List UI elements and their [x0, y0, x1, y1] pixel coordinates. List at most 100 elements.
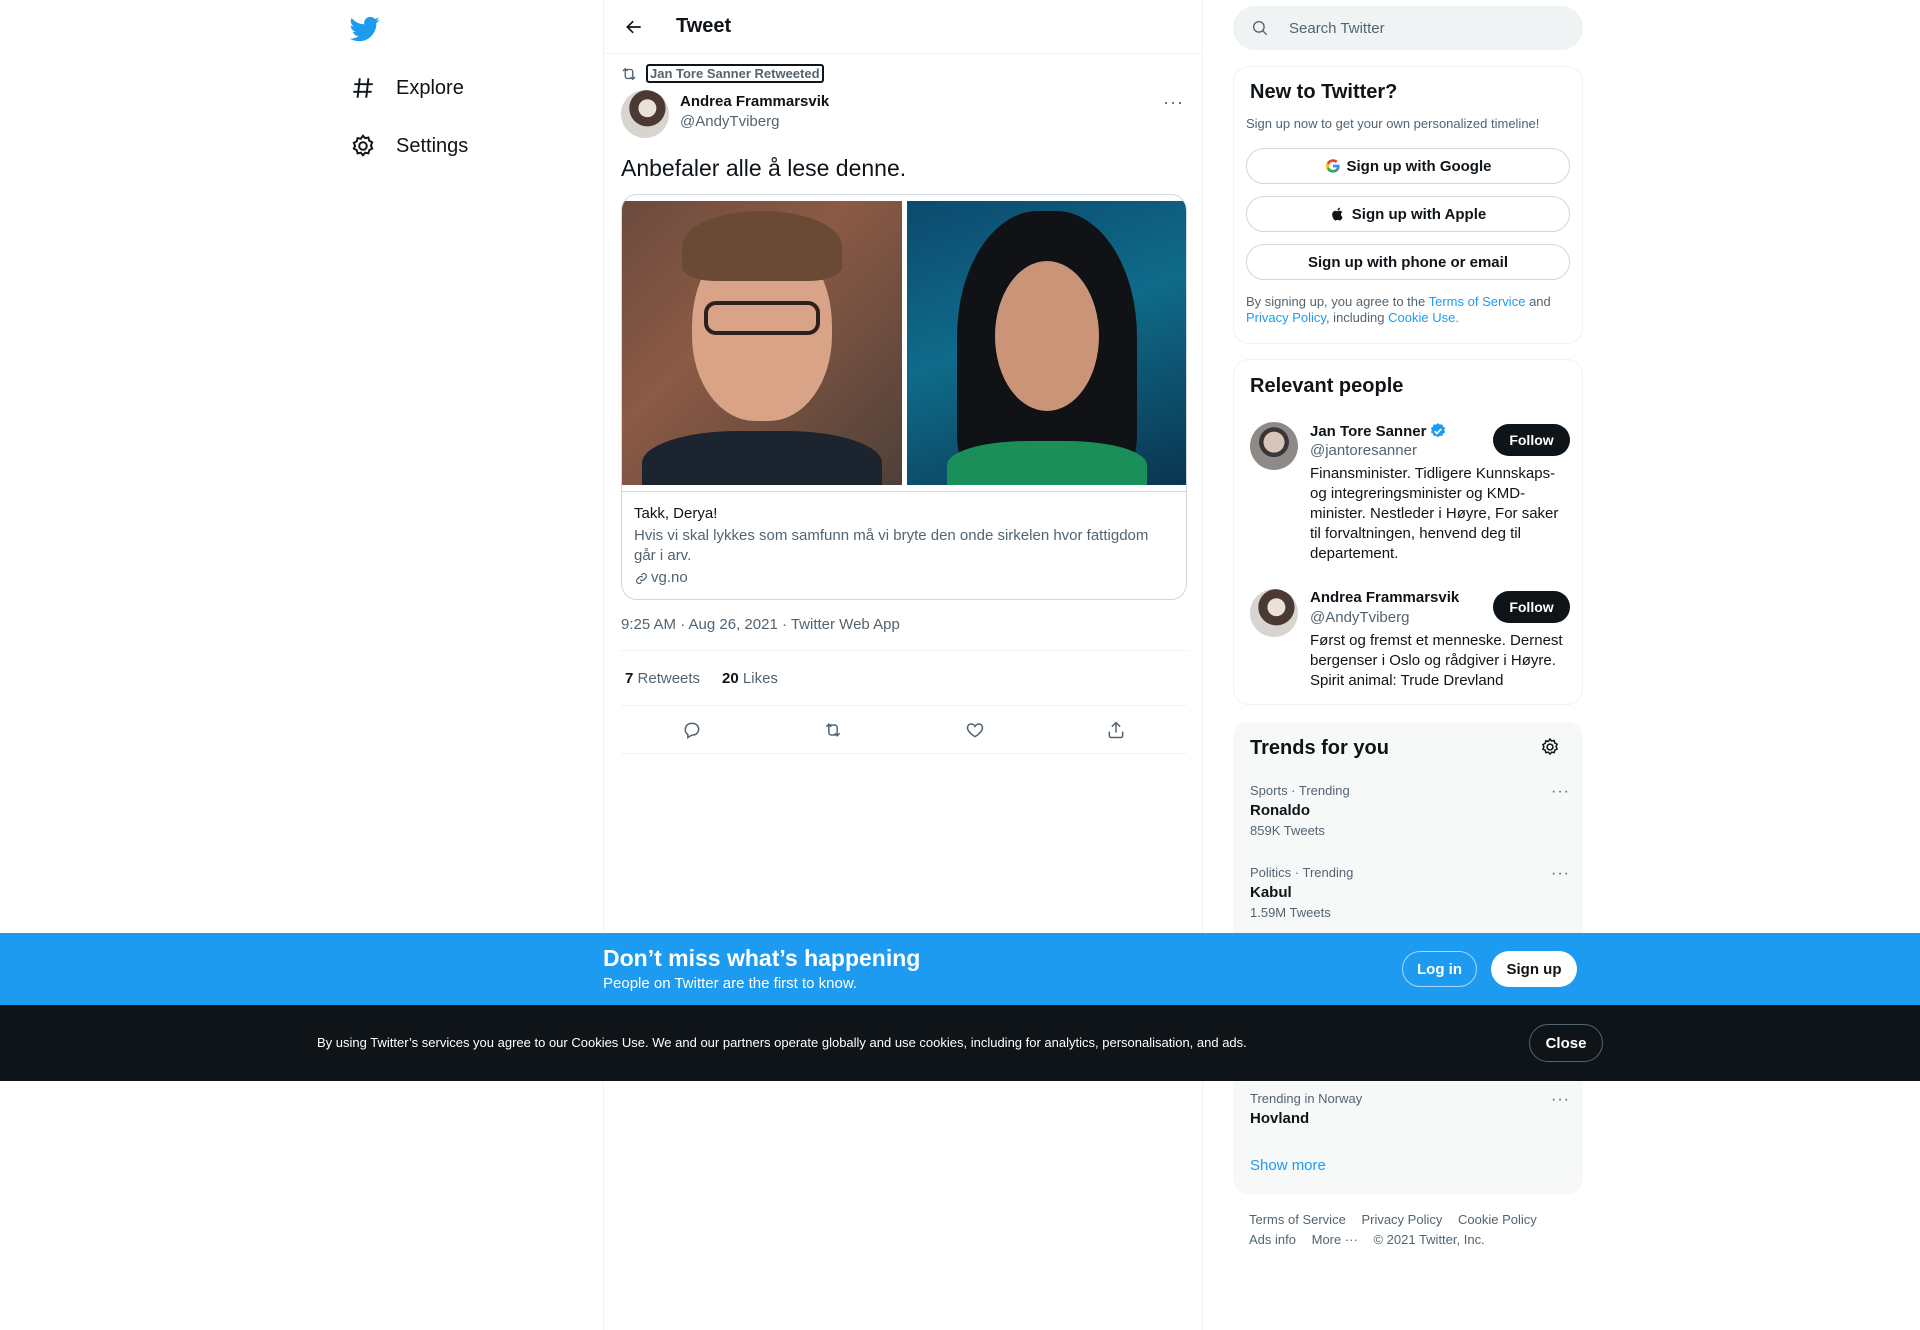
person-name[interactable]: Andrea Frammarsvik [1310, 589, 1459, 606]
person-handle[interactable]: @AndyTviberg [1310, 609, 1409, 626]
trend-name: Kabul [1250, 884, 1292, 901]
trends-title: Trends for you [1250, 737, 1389, 759]
footer-privacy-link[interactable]: Privacy Policy [1361, 1212, 1442, 1227]
person-name[interactable]: Jan Tore Sanner [1310, 422, 1447, 440]
footer-cookie-link[interactable]: Cookie Policy [1458, 1212, 1537, 1227]
signup-phone-button[interactable]: Sign up with phone or email [1246, 244, 1570, 280]
new-to-twitter-subtitle: Sign up now to get your own personalized… [1246, 116, 1540, 131]
gear-icon[interactable] [1540, 737, 1560, 757]
main-column: Tweet Jan Tore Sanner Retweeted Andrea F… [603, 0, 1203, 1330]
trend-context: Sports · Trending [1250, 783, 1350, 798]
footer-ads-link[interactable]: Ads info [1249, 1232, 1296, 1247]
retweet-icon [622, 67, 636, 80]
trend-item[interactable]: Politics · Trending Kabul 1.59M Tweets ·… [1250, 865, 1570, 921]
show-more-link[interactable]: Show more [1250, 1157, 1326, 1174]
nav-settings[interactable]: Settings [350, 124, 468, 168]
card-image-right [907, 201, 1186, 485]
retweeted-by-link[interactable]: Jan Tore Sanner Retweeted [646, 64, 824, 83]
person-name-text: Jan Tore Sanner [1310, 422, 1427, 440]
person-bio: Først og fremst et menneske. Dernest ber… [1310, 632, 1563, 689]
back-button[interactable] [620, 13, 648, 41]
retweet-button[interactable] [815, 712, 851, 748]
likes-stat[interactable]: 20 Likes [722, 670, 778, 687]
reply-button[interactable] [674, 712, 710, 748]
banner-title: Don’t miss what’s happening [603, 945, 921, 971]
retweets-count: 7 [625, 669, 634, 687]
tweet-text: Anbefaler alle å lese denne. [621, 155, 907, 181]
retweet-icon [826, 722, 841, 737]
twitter-bird-icon[interactable] [349, 14, 380, 44]
heart-icon [966, 722, 983, 738]
signup-apple-button[interactable]: Sign up with Apple [1246, 196, 1570, 232]
tweet-timestamp[interactable]: 9:25 AM · Aug 26, 2021 · Twitter Web App [621, 616, 900, 633]
google-icon [1325, 159, 1340, 173]
retweeted-by: Jan Tore Sanner Retweeted [620, 64, 824, 83]
signup-button[interactable]: Sign up [1491, 951, 1577, 987]
footer-more-link[interactable]: More ··· [1312, 1232, 1358, 1247]
author-name[interactable]: Andrea Frammarsvik [680, 93, 829, 110]
trend-name: Ronaldo [1250, 802, 1310, 819]
cookie-banner: By using Twitter’s services you agree to… [0, 1005, 1920, 1081]
signup-terms: By signing up, you agree to the Terms of… [1246, 294, 1572, 326]
follow-button[interactable]: Follow [1493, 591, 1570, 623]
likes-label: Likes [742, 669, 778, 687]
arrow-left-icon [626, 20, 641, 34]
retweets-stat[interactable]: 7 Retweets [625, 670, 700, 687]
privacy-policy-link[interactable]: Privacy Policy [1246, 310, 1326, 325]
signup-google-label: Sign up with Google [1346, 157, 1492, 175]
relevant-people-title: Relevant people [1250, 375, 1404, 397]
verified-badge-icon [1431, 423, 1446, 438]
avatar[interactable] [1250, 422, 1298, 470]
person-bio: Finansminister. Tidligere Kunnskaps- og … [1310, 465, 1559, 562]
search-input[interactable] [1289, 19, 1549, 37]
terms-of-service-link[interactable]: Terms of Service [1429, 294, 1526, 309]
nav-settings-label: Settings [396, 134, 469, 157]
trend-name: Hovland [1250, 1110, 1310, 1127]
card-body: Takk, Derya! Hvis vi skal lykkes som sam… [622, 491, 1186, 599]
footer-copyright: © 2021 Twitter, Inc. [1373, 1232, 1485, 1247]
person-handle[interactable]: @jantoresanner [1310, 442, 1417, 459]
main-header: Tweet [604, 0, 1202, 54]
login-button[interactable]: Log in [1402, 951, 1477, 987]
retweets-label: Retweets [637, 669, 701, 687]
author-handle[interactable]: @AndyTviberg [680, 113, 779, 130]
close-button[interactable]: Close [1529, 1024, 1603, 1062]
more-options-icon[interactable]: ··· [1551, 1091, 1570, 1109]
card-domain-text: vg.no [651, 569, 688, 586]
cookie-use-link[interactable]: Cookie Use. [1388, 310, 1459, 325]
signup-google-button[interactable]: Sign up with Google [1246, 148, 1570, 184]
follow-button[interactable]: Follow [1493, 424, 1570, 456]
banner-subtitle: People on Twitter are the first to know. [603, 975, 858, 992]
link-card[interactable]: Takk, Derya! Hvis vi skal lykkes som sam… [621, 194, 1187, 600]
trend-item[interactable]: Trending in Norway Hovland ··· [1250, 1091, 1570, 1129]
signup-apple-label: Sign up with Apple [1351, 205, 1487, 223]
footer-terms-link[interactable]: Terms of Service [1249, 1212, 1346, 1227]
share-button[interactable] [1098, 712, 1134, 748]
person-name-text: Andrea Frammarsvik [1310, 589, 1460, 606]
hashtag-icon [353, 78, 373, 98]
footer-links: Terms of Service Privacy Policy Cookie P… [1249, 1210, 1579, 1250]
avatar[interactable] [621, 90, 669, 138]
like-button[interactable] [957, 712, 993, 748]
trend-context: Trending in Norway [1250, 1091, 1363, 1106]
card-image-left [622, 201, 902, 485]
reply-icon [684, 722, 700, 739]
search-icon [1252, 20, 1268, 36]
cookie-text: By using Twitter’s services you agree to… [317, 1035, 1247, 1050]
trend-count: 1.59M Tweets [1250, 905, 1331, 920]
terms-and: and [1529, 294, 1551, 309]
search-box[interactable] [1233, 6, 1583, 50]
signup-phone-label: Sign up with phone or email [1307, 253, 1508, 271]
more-options-icon[interactable]: ··· [1163, 92, 1184, 113]
likes-count: 20 [722, 669, 739, 687]
new-to-twitter-panel: New to Twitter? Sign up now to get your … [1233, 66, 1583, 344]
nav-explore[interactable]: Explore [350, 66, 464, 110]
signup-banner: Don’t miss what’s happening People on Tw… [0, 933, 1920, 1005]
more-options-icon[interactable]: ··· [1551, 865, 1570, 883]
card-description: Hvis vi skal lykkes som samfunn må vi br… [634, 527, 1149, 564]
avatar[interactable] [1250, 589, 1298, 637]
more-options-icon[interactable]: ··· [1551, 783, 1570, 801]
terms-including: , including [1325, 310, 1385, 325]
trend-item[interactable]: Sports · Trending Ronaldo 859K Tweets ··… [1250, 783, 1570, 839]
card-domain: vg.no [634, 568, 1174, 588]
